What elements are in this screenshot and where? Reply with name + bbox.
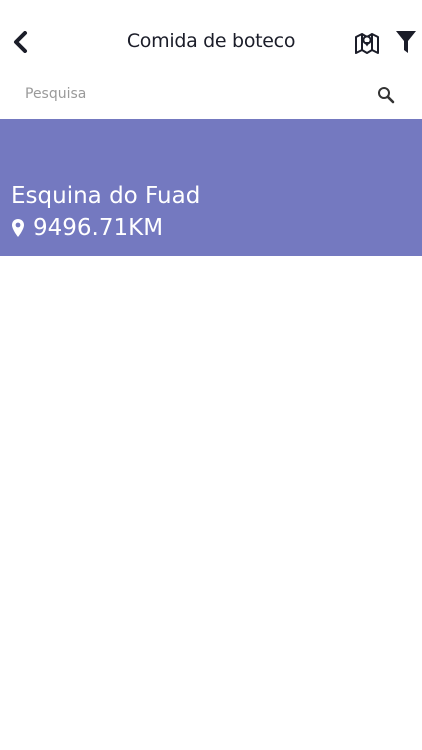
filter-button[interactable]	[394, 28, 418, 56]
search-button[interactable]	[376, 85, 396, 105]
header: Comida de boteco	[0, 0, 422, 72]
filter-icon	[396, 31, 416, 53]
search-icon	[378, 87, 395, 104]
search-bar	[0, 72, 422, 118]
map-button[interactable]	[353, 29, 381, 57]
distance-text: 9496.71KM	[33, 215, 164, 241]
place-name: Esquina do Fuad	[11, 183, 201, 209]
app-screen: Comida de boteco Esquina do Fua	[0, 0, 422, 750]
search-input[interactable]	[25, 80, 355, 108]
result-card[interactable]: Esquina do Fuad 9496.71KM	[0, 119, 422, 256]
location-pin-icon	[11, 218, 25, 238]
map-icon	[355, 33, 379, 54]
place-distance: 9496.71KM	[11, 215, 163, 241]
